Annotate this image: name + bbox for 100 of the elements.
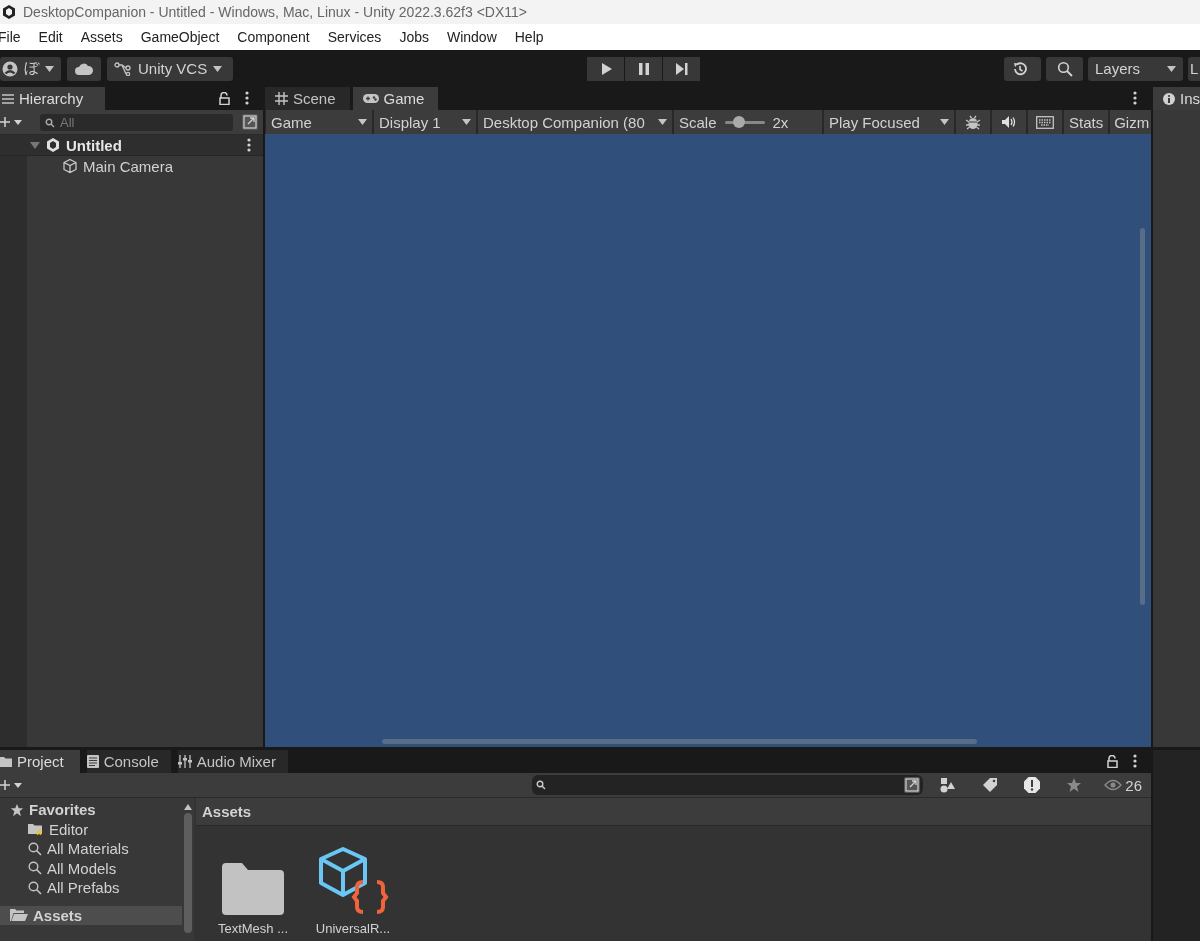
menu-item[interactable]: File: [0, 29, 21, 45]
menu-item[interactable]: Help: [514, 29, 544, 45]
scale-value: 2x: [772, 113, 789, 131]
favorite-item[interactable]: All Materials: [0, 839, 182, 859]
cube-icon: [62, 158, 78, 174]
inspector-tab[interactable]: Ins: [1153, 87, 1200, 110]
expand-icon[interactable]: [30, 140, 40, 150]
more-icon[interactable]: [245, 91, 249, 105]
pause-button[interactable]: [625, 56, 662, 81]
open-folder-icon: [10, 908, 28, 923]
scroll-up-icon[interactable]: [184, 804, 192, 810]
account-icon: [2, 60, 18, 77]
bug-button[interactable]: [956, 110, 990, 134]
panel-tab[interactable]: Console: [86, 750, 171, 773]
history-icon: [1012, 60, 1028, 77]
favorites-header[interactable]: Favorites: [29, 801, 96, 819]
view-tab[interactable]: Scene: [265, 87, 350, 110]
info-icon: [1163, 92, 1175, 105]
menu-item[interactable]: Jobs: [399, 29, 429, 45]
gizmos-button[interactable]: Gizm: [1110, 110, 1151, 134]
popout-icon[interactable]: [903, 776, 922, 794]
search-field[interactable]: All: [40, 113, 233, 131]
star-icon: [1066, 777, 1083, 793]
scrollbar[interactable]: [184, 813, 192, 933]
caret-icon: [658, 119, 667, 125]
version-control-button[interactable]: Unity VCS: [107, 56, 233, 81]
search-button[interactable]: [1046, 56, 1083, 81]
display-dropdown[interactable]: Display 1: [374, 110, 476, 134]
menu-item[interactable]: Services: [327, 29, 382, 45]
resolution-dropdown[interactable]: Desktop Companion (80: [478, 110, 672, 134]
unity-logo-icon: [1, 4, 17, 20]
tag-icon: [982, 777, 999, 793]
asset-name[interactable]: UniversalR...: [315, 921, 391, 936]
lock-icon[interactable]: [219, 92, 230, 105]
unity-logo-icon: [45, 137, 61, 153]
scrollbar[interactable]: [382, 739, 977, 744]
view-tab[interactable]: Game: [352, 87, 439, 110]
assets-folder[interactable]: Assets: [0, 905, 182, 925]
more-icon[interactable]: [1133, 91, 1137, 105]
gamepad-icon: [362, 93, 379, 104]
caret-icon: [358, 119, 367, 125]
search-field[interactable]: [532, 775, 924, 795]
eye-icon: [1104, 779, 1123, 791]
hierarchy-item[interactable]: Main Camera: [83, 157, 174, 175]
speaker-icon: [1001, 115, 1017, 129]
breadcrumb[interactable]: Assets: [202, 803, 252, 820]
mode-dropdown[interactable]: Game: [266, 110, 372, 134]
stats-button[interactable]: Stats: [1064, 110, 1109, 134]
more-icon[interactable]: [247, 138, 251, 152]
favorite-item[interactable]: All Models: [0, 858, 182, 878]
audio-button[interactable]: [992, 110, 1026, 134]
play-mode-dropdown[interactable]: Play Focused: [824, 110, 954, 134]
search-icon: [28, 841, 42, 856]
folder-star-icon: [28, 822, 44, 837]
search-icon: [45, 117, 57, 128]
hierarchy-tab[interactable]: Hierarchy: [0, 87, 105, 110]
caret-icon: [1167, 65, 1176, 72]
layout-dropdown[interactable]: L: [1188, 56, 1200, 81]
lock-icon[interactable]: [1107, 755, 1118, 768]
panel-tab[interactable]: Audio Mixer: [177, 750, 288, 773]
add-icon[interactable]: [0, 116, 24, 128]
grid-icon: [275, 92, 288, 105]
scene-name[interactable]: Untitled: [66, 136, 122, 154]
keyboard-button[interactable]: [1028, 110, 1062, 134]
scale-label: Scale: [679, 113, 717, 131]
folder-icon: [0, 756, 12, 767]
menu-item[interactable]: Component: [237, 29, 310, 45]
slider-thumb[interactable]: [732, 115, 745, 128]
favorite-item[interactable]: Editor: [0, 819, 182, 839]
asset-name[interactable]: TextMesh ...: [217, 921, 289, 936]
panel-tab[interactable]: Project: [0, 750, 80, 773]
step-icon: [675, 62, 688, 75]
caret-icon: [45, 65, 54, 72]
list-icon: [2, 93, 14, 104]
console-icon: [86, 755, 99, 768]
search-icon: [28, 861, 42, 876]
keyboard-icon: [1036, 115, 1054, 129]
popout-icon[interactable]: [241, 113, 259, 131]
caret-icon: [213, 65, 223, 72]
layers-dropdown[interactable]: Layers: [1088, 56, 1183, 81]
cloud-button[interactable]: [67, 56, 101, 81]
window-title: DesktopCompanion - Untitled - Windows, Mac, Linux - Unity 2022.3.62f3 <DX11>: [23, 4, 527, 20]
history-button[interactable]: [1004, 56, 1041, 81]
menu-item[interactable]: Edit: [38, 29, 63, 45]
cloud-icon: [74, 61, 94, 76]
play-button[interactable]: [587, 56, 624, 81]
menu-item[interactable]: Window: [446, 29, 497, 45]
pause-icon: [637, 62, 650, 75]
more-icon[interactable]: [1133, 754, 1137, 768]
warning-icon: [1023, 776, 1042, 794]
scrollbar[interactable]: [1140, 228, 1145, 605]
bug-icon: [965, 114, 981, 130]
cube-script-icon: [317, 845, 389, 915]
menu-item[interactable]: GameObject: [140, 29, 220, 45]
menu-item[interactable]: Assets: [80, 29, 123, 45]
add-icon[interactable]: [0, 779, 24, 791]
account-button[interactable]: ぼ: [0, 56, 61, 81]
branch-icon: [114, 61, 132, 76]
step-button[interactable]: [663, 56, 700, 81]
favorite-item[interactable]: All Prefabs: [0, 878, 182, 898]
